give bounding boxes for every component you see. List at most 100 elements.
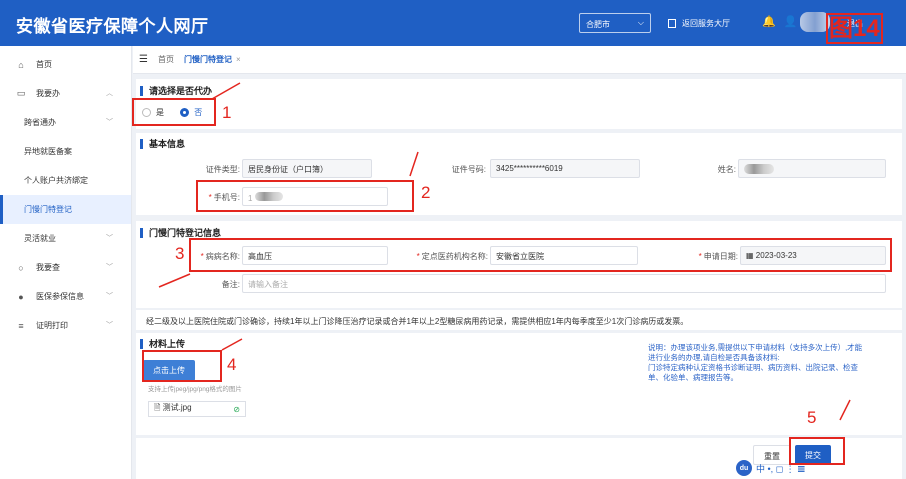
breadcrumb-home[interactable]: 首页 (158, 54, 174, 65)
remark-label: 备注: (221, 280, 240, 289)
sidebar-item-cross-province[interactable]: 跨省通办 ﹀ (0, 108, 131, 137)
upload-section: 材料上传 点击上传 支持上传jpeg/jpg/png格式的图片 🗎 测试.jpg… (136, 333, 902, 435)
chevron-down-icon: ﹀ (106, 293, 113, 300)
proxy-no-radio[interactable]: 否 (180, 107, 202, 118)
disease-input[interactable]: 高血压 (242, 246, 388, 265)
sidebar-item-home[interactable]: ⌂ 首页 (0, 50, 131, 79)
date-value: 2023-03-23 (755, 251, 797, 260)
radio-circle (142, 108, 151, 117)
proxy-section: 请选择是否代办 是 否 (136, 79, 902, 129)
disease-label-text: 病病名称: (205, 252, 240, 261)
date-label-text: 申请日期: (703, 252, 738, 261)
check-circle-icon: ⊘ (233, 404, 240, 414)
registration-section: 门慢门特登记信息 * 病病名称: 高血压 * 定点医药机构名称: 安徽省立医院 * 申… (136, 221, 902, 308)
chevron-down-icon: ⌵ (637, 18, 644, 27)
floating-toolbar-text: 中 •, ◻ ⋮ 𝌆 (756, 463, 806, 474)
site-title: 安徽省医疗保障个人网厅 (16, 17, 209, 36)
menu-toggle-icon[interactable]: ☰ (139, 54, 148, 65)
remark-input[interactable]: 请输入备注 (242, 274, 886, 293)
chevron-down-icon: ﹀ (106, 119, 113, 126)
top-header: 安徽省医疗保障个人网厅 合肥市 ⌵ 返回服务大厅 🔔 👤 退出 (0, 0, 906, 46)
hospital-input[interactable]: 安徽省立医院 (490, 246, 638, 265)
sidebar-item-todo[interactable]: ▭ 我要办 ︿ (0, 79, 131, 108)
sidebar-item-label: 证明打印 (36, 321, 68, 330)
user-icon: ● (18, 291, 24, 302)
notice-section: 经二级及以上医院住院或门诊确诊，持续1年以上门诊降压治疗记录或合并1年以上2型糖… (136, 310, 902, 330)
upload-button[interactable]: 点击上传 (143, 360, 195, 381)
baidu-logo-icon: du (736, 460, 752, 476)
uploaded-file[interactable]: 🗎 测试.jpg ⊘ (148, 401, 246, 417)
phone-label: * 手机号: (202, 192, 240, 203)
explain-line: 说明：办理该项业务,需提供以下申请材料（支持多次上传）,才能 (648, 343, 863, 352)
disease-label: * 病病名称: (192, 251, 240, 262)
phone-prefix: 1 (248, 194, 253, 203)
annotation-number-1: 1 (222, 103, 232, 122)
search-icon: ○ (18, 262, 24, 273)
id-type-field: 居民身份证（户口簿） (242, 159, 372, 178)
required-mark: * (208, 193, 212, 202)
breadcrumb: ☰ 首页 门慢门特登记 × (133, 46, 906, 74)
notice-text: 经二级及以上医院住院或门诊确诊，持续1年以上门诊降压治疗记录或合并1年以上2型糖… (146, 317, 689, 326)
proxy-yes-radio[interactable]: 是 (142, 107, 164, 118)
tab-label: 门慢门特登记 (183, 55, 232, 64)
return-service-hall-link[interactable]: 返回服务大厅 (668, 18, 730, 29)
hospital-label-text: 定点医药机构名称: (421, 252, 488, 261)
sidebar-item-label: 我要查 (36, 263, 60, 272)
annotation-number-5: 5 (807, 408, 817, 427)
radio-label: 是 (156, 108, 164, 117)
annotation-number-2: 2 (421, 183, 431, 202)
explain-line: 进行业务的办理,请自检是否具备该材料: (648, 353, 780, 362)
name-field (738, 159, 886, 178)
sidebar-item-label: 异地就医备案 (24, 147, 72, 156)
return-label: 返回服务大厅 (682, 19, 730, 28)
required-mark: * (416, 252, 420, 261)
id-number-field: 3425**********6019 (490, 159, 640, 178)
header-icons: 🔔 👤 (762, 15, 797, 28)
floating-toolbar[interactable]: du 中 •, ◻ ⋮ 𝌆 (736, 460, 805, 476)
upload-hint: 支持上传jpeg/jpg/png格式的图片 (148, 386, 242, 393)
sidebar-item-chronic-registration[interactable]: 门慢门特登记 (0, 195, 131, 224)
explain-line: 单、化验单、病理报告等。 (648, 373, 738, 382)
file-icon: 🗎 (154, 403, 161, 412)
basic-info-section: 基本信息 证件类型: 居民身份证（户口簿） 证件号码: 3425********… (136, 133, 902, 215)
city-select[interactable]: 合肥市 ⌵ (579, 13, 651, 33)
sidebar-item-remote-medical[interactable]: 异地就医备案 (0, 137, 131, 166)
sidebar-item-query[interactable]: ○ 我要查 ﹀ (0, 253, 131, 282)
required-mark: * (698, 252, 702, 261)
home-icon: ⌂ (18, 59, 24, 70)
radio-label: 否 (194, 108, 203, 117)
close-icon[interactable]: × (236, 55, 241, 64)
remark-placeholder: 请输入备注 (248, 280, 288, 289)
proxy-radio-group: 是 否 (142, 107, 216, 119)
explain-line: 门诊特定病种认定资格书诊断证明、病历资料、出院记录、检查 (648, 363, 858, 372)
date-picker[interactable]: ▦ 2023-03-23 (740, 246, 886, 265)
sidebar-item-flexible-employment[interactable]: 灵活就业 ﹀ (0, 224, 131, 253)
tab-chronic-registration[interactable]: 门慢门特登记 × (184, 54, 241, 65)
sidebar-item-label: 医保参保信息 (36, 292, 84, 301)
section-title: 门慢门特登记信息 (140, 228, 221, 238)
sidebar-item-account-binding[interactable]: 个人账户共济绑定 (0, 166, 131, 195)
phone-redacted (254, 192, 283, 201)
hospital-label: * 定点医药机构名称: (412, 251, 488, 262)
phone-input[interactable]: 1 (242, 187, 388, 206)
name-redacted (744, 164, 774, 174)
chevron-down-icon: ﹀ (106, 235, 113, 242)
section-title: 请选择是否代办 (140, 86, 212, 96)
sidebar-item-insurance-info[interactable]: ● 医保参保信息 ﹀ (0, 282, 131, 311)
folder-icon: ▭ (16, 88, 26, 98)
chevron-down-icon: ﹀ (106, 322, 113, 329)
bell-icon[interactable]: 🔔 (762, 15, 776, 28)
date-label: * 申请日期: (686, 251, 738, 262)
user-icon[interactable]: 👤 (784, 15, 798, 28)
sidebar-item-certificate-print[interactable]: ≡ 证明打印 ﹀ (0, 311, 131, 340)
city-select-value: 合肥市 (586, 20, 610, 29)
list-icon: ≡ (18, 320, 24, 331)
phone-label-text: 手机号: (213, 193, 240, 202)
annotation-number-3: 3 (175, 244, 185, 263)
return-icon (668, 19, 676, 28)
required-mark: * (200, 252, 204, 261)
figure-label: 图14 (826, 8, 883, 44)
sidebar: ⌂ 首页 ▭ 我要办 ︿ 跨省通办 ﹀ 异地就医备案 个人账户共济绑定 门慢门特… (0, 46, 132, 479)
sidebar-item-label: 灵活就业 (24, 234, 56, 243)
sidebar-item-label: 首页 (36, 60, 52, 69)
